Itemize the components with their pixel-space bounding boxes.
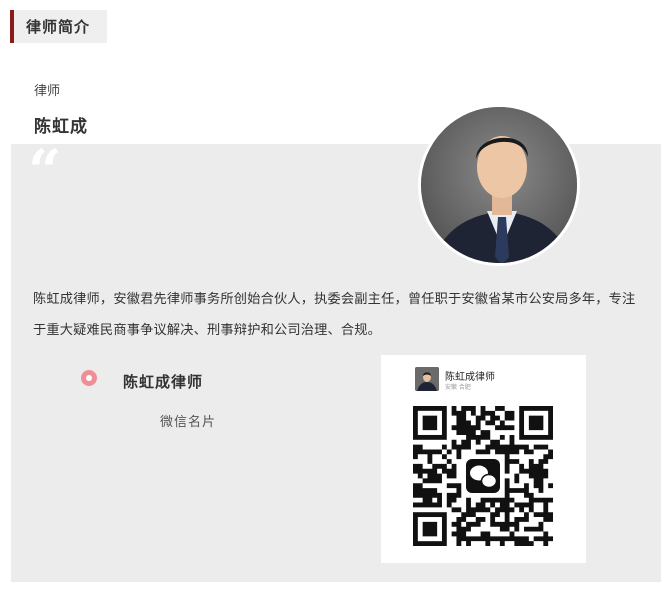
avatar-thumbnail (415, 367, 439, 391)
wechat-qr-card: 陈虹成律师 安徽 合肥 (381, 355, 586, 563)
lawyer-bio: 陈虹成律师，安徽君先律师事务所创始合伙人，执委会副主任，曾任职于安徽省某市公安局… (33, 292, 636, 338)
quote-mark-icon: “ (28, 137, 62, 205)
qr-finder-pattern (519, 406, 553, 440)
qr-card-avatar (415, 367, 439, 391)
lawyer-name: 陈虹成 (34, 117, 88, 137)
bullet-dot-icon (81, 370, 97, 386)
wechat-qr-code[interactable] (413, 406, 553, 546)
wechat-name: 陈虹成律师 (123, 373, 204, 391)
section-header: 律师简介 (10, 10, 107, 43)
section-title: 律师简介 (26, 18, 91, 36)
portrait-image (421, 107, 577, 263)
role-label: 律师 (34, 84, 61, 99)
qr-card-location: 安徽 合肥 (445, 384, 471, 391)
wechat-card-label: 微信名片 (160, 415, 217, 430)
lawyer-portrait (418, 104, 580, 266)
wechat-icon (466, 459, 500, 493)
qr-card-name: 陈虹成律师 (445, 372, 495, 383)
qr-finder-pattern (413, 406, 447, 440)
qr-finder-pattern (413, 512, 447, 546)
